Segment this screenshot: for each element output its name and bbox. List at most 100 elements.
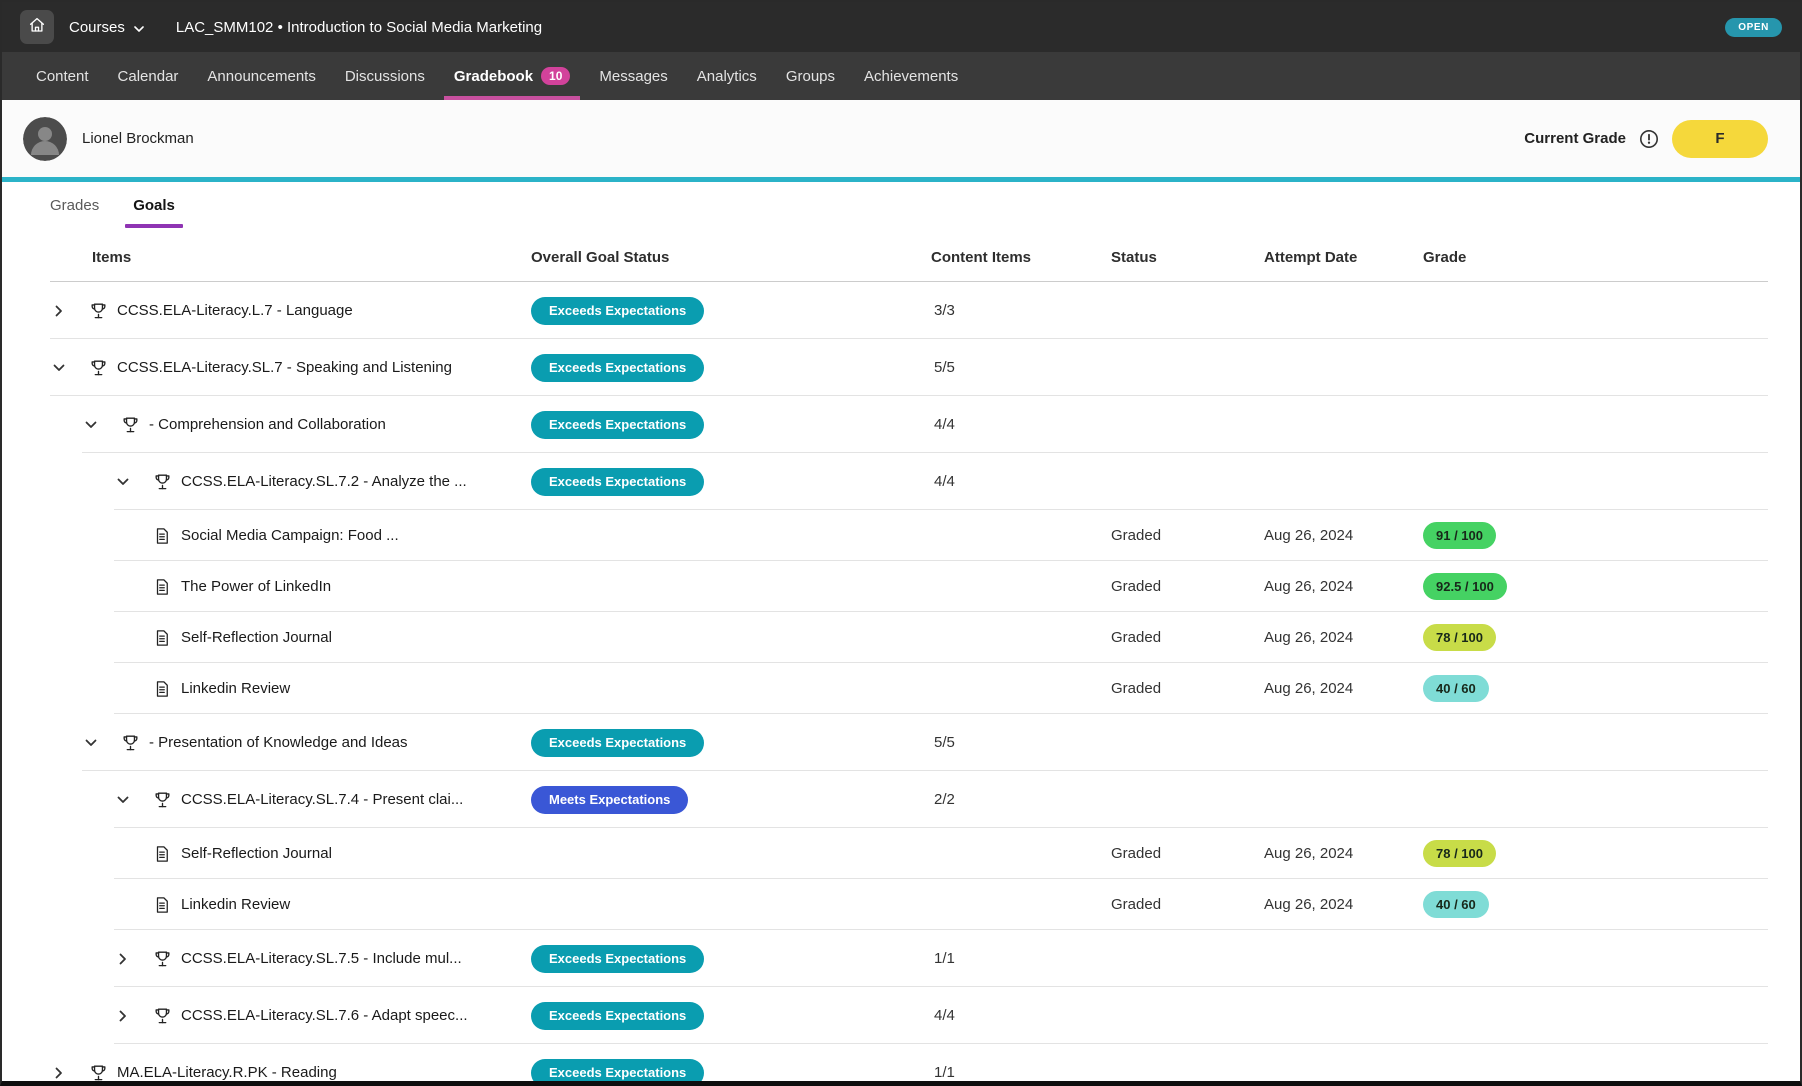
content-items-cell: 3/3 bbox=[931, 302, 1111, 319]
items-cell: The Power of LinkedIn bbox=[50, 577, 531, 597]
content-items-cell: 5/5 bbox=[931, 734, 1111, 751]
goal-status-cell: Meets Expectations bbox=[531, 786, 931, 814]
tab-goals[interactable]: Goals bbox=[131, 182, 177, 228]
chevron-down-icon[interactable] bbox=[82, 416, 100, 434]
chevron-down-icon[interactable] bbox=[114, 791, 132, 809]
items-cell: - Presentation of Knowledge and Ideas bbox=[50, 733, 531, 753]
topbar: Courses LAC_SMM102 • Introduction to Soc… bbox=[2, 2, 1800, 52]
gradebook-count-badge: 10 bbox=[541, 67, 570, 85]
chevron-right-icon[interactable] bbox=[114, 1007, 132, 1025]
courses-menu[interactable]: Courses bbox=[69, 19, 144, 36]
goal-trophy-icon bbox=[152, 472, 172, 492]
goal-row: MA.ELA-Literacy.R.PK - ReadingExceeds Ex… bbox=[50, 1044, 1768, 1086]
content-item-title: Self-Reflection Journal bbox=[181, 629, 332, 646]
goal-status-cell: Exceeds Expectations bbox=[531, 1002, 931, 1030]
nav-tab-label: Achievements bbox=[864, 68, 958, 85]
courses-menu-label: Courses bbox=[69, 19, 125, 36]
home-button[interactable] bbox=[20, 10, 54, 44]
items-cell: CCSS.ELA-Literacy.SL.7.4 - Present clai.… bbox=[50, 790, 531, 810]
goal-row: CCSS.ELA-Literacy.SL.7.2 - Analyze the .… bbox=[50, 453, 1768, 510]
info-icon[interactable] bbox=[1639, 129, 1659, 149]
items-cell: Linkedin Review bbox=[50, 895, 531, 915]
nav-tab-label: Announcements bbox=[207, 68, 315, 85]
nav-tab-discussions[interactable]: Discussions bbox=[345, 52, 425, 100]
goal-title: CCSS.ELA-Literacy.SL.7 - Speaking and Li… bbox=[117, 359, 452, 376]
grade-cell: 78 / 100 bbox=[1423, 624, 1768, 651]
goal-title: - Presentation of Knowledge and Ideas bbox=[149, 734, 408, 751]
document-icon bbox=[152, 526, 172, 546]
table-header: ItemsOverall Goal StatusContent ItemsSta… bbox=[50, 234, 1768, 282]
chevron-down-icon[interactable] bbox=[114, 473, 132, 491]
status-cell: Graded bbox=[1111, 896, 1264, 913]
content-item-title: Self-Reflection Journal bbox=[181, 845, 332, 862]
goal-status-pill: Exceeds Expectations bbox=[531, 354, 704, 382]
nav-tab-analytics[interactable]: Analytics bbox=[697, 52, 757, 100]
tab-grades[interactable]: Grades bbox=[48, 182, 101, 228]
grade-pill: 40 / 60 bbox=[1423, 675, 1489, 702]
chevron-right-icon[interactable] bbox=[114, 950, 132, 968]
items-cell: CCSS.ELA-Literacy.L.7 - Language bbox=[50, 301, 531, 321]
grade-pill: 78 / 100 bbox=[1423, 840, 1496, 867]
nav-tab-messages[interactable]: Messages bbox=[599, 52, 667, 100]
goal-title: CCSS.ELA-Literacy.SL.7.2 - Analyze the .… bbox=[181, 473, 467, 490]
current-grade-pill[interactable]: F bbox=[1672, 120, 1768, 158]
nav-tab-label: Analytics bbox=[697, 68, 757, 85]
goal-status-pill: Exceeds Expectations bbox=[531, 945, 704, 973]
attempt-date-cell: Aug 26, 2024 bbox=[1264, 896, 1423, 913]
content-item-row: Self-Reflection JournalGradedAug 26, 202… bbox=[50, 828, 1768, 879]
nav-tab-achievements[interactable]: Achievements bbox=[864, 52, 958, 100]
goal-title: CCSS.ELA-Literacy.SL.7.5 - Include mul..… bbox=[181, 950, 462, 967]
items-cell: MA.ELA-Literacy.R.PK - Reading bbox=[50, 1063, 531, 1083]
content-items-cell: 5/5 bbox=[931, 359, 1111, 376]
nav-tab-label: Gradebook bbox=[454, 68, 533, 85]
chevron-right-icon[interactable] bbox=[50, 1064, 68, 1082]
chevron-down-icon[interactable] bbox=[82, 734, 100, 752]
items-cell: CCSS.ELA-Literacy.SL.7.5 - Include mul..… bbox=[50, 949, 531, 969]
content-items-cell: 1/1 bbox=[931, 950, 1111, 967]
goal-title: CCSS.ELA-Literacy.L.7 - Language bbox=[117, 302, 353, 319]
goal-status-cell: Exceeds Expectations bbox=[531, 729, 931, 757]
app-window: Courses LAC_SMM102 • Introduction to Soc… bbox=[0, 0, 1802, 1086]
indent-spacer bbox=[114, 680, 132, 698]
goal-status-cell: Exceeds Expectations bbox=[531, 945, 931, 973]
content-item-row: Self-Reflection JournalGradedAug 26, 202… bbox=[50, 612, 1768, 663]
current-grade-label: Current Grade bbox=[1524, 130, 1626, 147]
content-item-title: Linkedin Review bbox=[181, 896, 290, 913]
nav-tab-content[interactable]: Content bbox=[36, 52, 89, 100]
goal-trophy-icon bbox=[120, 733, 140, 753]
document-icon bbox=[152, 679, 172, 699]
nav-tab-groups[interactable]: Groups bbox=[786, 52, 835, 100]
attempt-date-cell: Aug 26, 2024 bbox=[1264, 680, 1423, 697]
status-cell: Graded bbox=[1111, 680, 1264, 697]
nav-tab-label: Groups bbox=[786, 68, 835, 85]
student-name: Lionel Brockman bbox=[82, 130, 194, 147]
goal-status-pill: Exceeds Expectations bbox=[531, 297, 704, 325]
goal-row: CCSS.ELA-Literacy.SL.7.6 - Adapt speec..… bbox=[50, 987, 1768, 1044]
chevron-right-icon[interactable] bbox=[50, 302, 68, 320]
indent-spacer bbox=[114, 629, 132, 647]
goal-trophy-icon bbox=[152, 790, 172, 810]
grade-pill: 91 / 100 bbox=[1423, 522, 1496, 549]
nav-tab-label: Content bbox=[36, 68, 89, 85]
nav-tab-announcements[interactable]: Announcements bbox=[207, 52, 315, 100]
indent-spacer bbox=[114, 845, 132, 863]
gradebook-subtabs: Grades Goals bbox=[2, 182, 1800, 228]
course-open-badge: OPEN bbox=[1725, 18, 1782, 37]
chevron-down-icon[interactable] bbox=[50, 359, 68, 377]
attempt-date-cell: Aug 26, 2024 bbox=[1264, 578, 1423, 595]
student-header: Lionel Brockman Current Grade F bbox=[2, 100, 1800, 177]
goal-row: CCSS.ELA-Literacy.SL.7 - Speaking and Li… bbox=[50, 339, 1768, 396]
avatar bbox=[23, 117, 67, 161]
nav-tab-calendar[interactable]: Calendar bbox=[118, 52, 179, 100]
goal-status-cell: Exceeds Expectations bbox=[531, 297, 931, 325]
goal-trophy-icon bbox=[88, 301, 108, 321]
attempt-date-cell: Aug 26, 2024 bbox=[1264, 629, 1423, 646]
goal-status-pill: Exceeds Expectations bbox=[531, 1002, 704, 1030]
column-header-status: Status bbox=[1111, 249, 1264, 266]
nav-tab-gradebook[interactable]: Gradebook 10 bbox=[454, 52, 571, 100]
document-icon bbox=[152, 844, 172, 864]
content-item-row: Social Media Campaign: Food ...GradedAug… bbox=[50, 510, 1768, 561]
content-item-title: The Power of LinkedIn bbox=[181, 578, 331, 595]
indent-spacer bbox=[114, 896, 132, 914]
goal-status-pill: Exceeds Expectations bbox=[531, 729, 704, 757]
